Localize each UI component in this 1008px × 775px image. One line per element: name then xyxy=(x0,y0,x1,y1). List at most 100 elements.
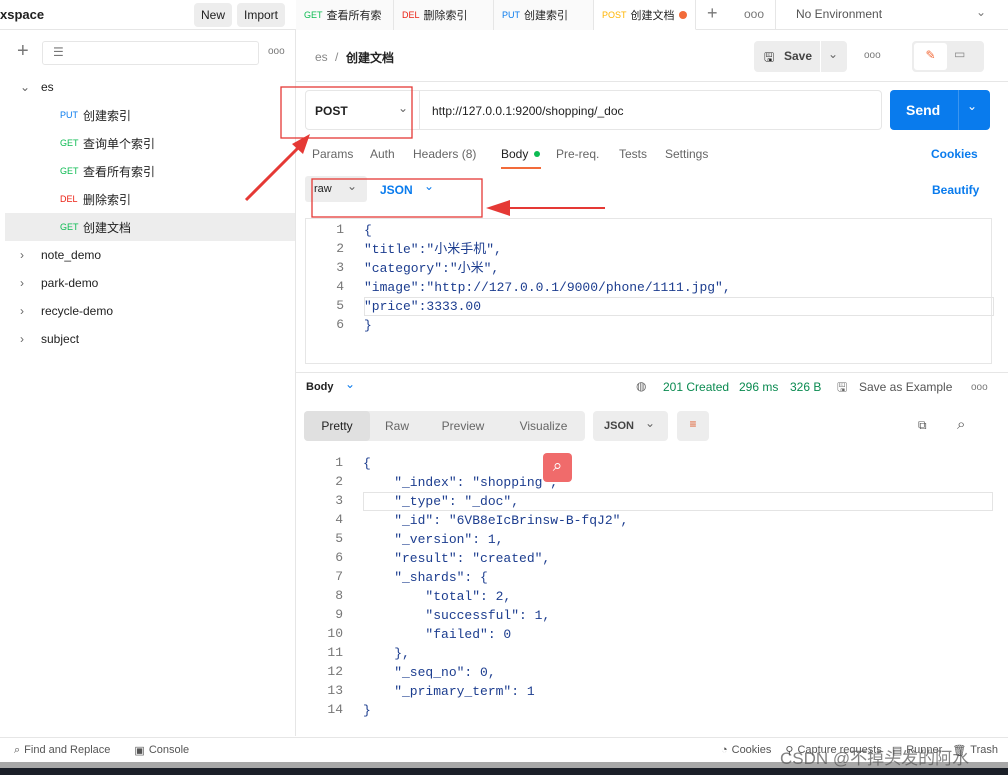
request-tab[interactable]: DEL 删除索引 xyxy=(394,0,494,30)
request-name: 删除索引 xyxy=(83,192,132,207)
top-bar: xspace New Import GET 查看所有索 DEL 删除索引 PUT 创建索引… xyxy=(0,0,1008,30)
body-language-select[interactable]: JSON xyxy=(380,183,413,197)
save-button[interactable]: 🖫 Save ⌄ xyxy=(754,41,847,72)
trash-button[interactable]: Trash xyxy=(970,744,998,756)
sidebar-request[interactable]: GET 查询单个索引 xyxy=(5,129,295,157)
beautify-link[interactable]: Beautify xyxy=(932,183,979,197)
add-collection-icon[interactable]: + xyxy=(17,40,29,63)
line-number: 14 xyxy=(327,702,343,717)
request-method: PUT xyxy=(60,110,78,120)
collection-es[interactable]: ⌄ es xyxy=(0,73,295,101)
chevron-right-icon: › xyxy=(20,248,24,262)
code-line: "successful": 1, xyxy=(363,608,551,623)
chevron-down-icon[interactable]: ⌄ xyxy=(345,377,355,391)
cookies-link[interactable]: Cookies xyxy=(931,147,978,161)
view-pretty[interactable]: Pretty xyxy=(304,411,370,441)
chevron-down-icon[interactable]: ⌄ xyxy=(424,179,434,193)
save-as-example-button[interactable]: Save as Example xyxy=(859,380,952,394)
line-number: 5 xyxy=(336,298,344,313)
code-line: "_id": "6VB8eIcBrinsw-B-fqJ2", xyxy=(363,513,629,528)
view-raw[interactable]: Raw xyxy=(370,411,424,441)
collection-recycle-demo[interactable]: › recycle-demo xyxy=(0,297,295,325)
find-replace-button[interactable]: Find and Replace xyxy=(24,744,110,756)
chevron-down-icon[interactable]: ⌄ xyxy=(967,99,977,113)
tab-settings[interactable]: Settings xyxy=(665,147,708,161)
new-button[interactable]: New xyxy=(194,3,233,27)
tab-body[interactable]: Body xyxy=(501,147,528,161)
url-input[interactable]: http://127.0.0.1:9200/shopping/_doc xyxy=(432,104,624,118)
code-line: "image":"http://127.0.0.1/9000/phone/111… xyxy=(364,280,731,295)
method-label: POST xyxy=(315,104,348,118)
collection-note_demo[interactable]: › note_demo xyxy=(0,241,295,269)
search-icon[interactable]: ⌕ xyxy=(957,416,965,433)
line-number: 7 xyxy=(335,569,343,584)
line-number: 12 xyxy=(327,664,343,679)
sidebar-request[interactable]: PUT 创建索引 xyxy=(5,101,295,129)
request-name: 创建文档 xyxy=(83,220,132,235)
request-body-editor[interactable]: 1 {2 "title":"小米手机", 3 "category":"小米", 4 "ima… xyxy=(305,218,994,364)
tab-headers[interactable]: Headers (8) xyxy=(413,147,476,161)
search-icon: ⌕ xyxy=(14,743,21,756)
tab-prereq[interactable]: Pre-req. xyxy=(556,147,599,161)
format-label: JSON xyxy=(604,420,634,432)
response-body-viewer[interactable]: 1 {2 "_index": "shopping", 3 "_type": "_do… xyxy=(305,452,1005,724)
code-line: } xyxy=(364,318,372,333)
wrap-lines-icon[interactable]: ≡ xyxy=(677,411,709,441)
method-select[interactable]: POST ⌄ xyxy=(306,91,420,129)
collection-name: recycle-demo xyxy=(41,304,114,318)
response-format-select[interactable]: JSON ⌄ xyxy=(593,411,668,441)
body-mode-label: raw xyxy=(314,183,332,195)
request-method: GET xyxy=(60,138,79,148)
filter-input[interactable]: ☰ xyxy=(42,41,259,65)
sidebar-request[interactable]: GET 创建文档 xyxy=(5,213,295,241)
tab-method: POST xyxy=(602,9,627,20)
response-size[interactable]: 326 B xyxy=(790,380,821,394)
tab-tests[interactable]: Tests xyxy=(619,147,647,161)
code-line: { xyxy=(364,223,372,238)
tab-auth[interactable]: Auth xyxy=(370,147,395,161)
chevron-down-icon[interactable]: ⌄ xyxy=(828,47,838,61)
cookies-button[interactable]: Cookies xyxy=(732,744,772,756)
collection-park-demo[interactable]: › park-demo xyxy=(0,269,295,297)
request-tab[interactable]: GET 查看所有索 xyxy=(296,0,394,30)
line-number: 3 xyxy=(336,260,344,275)
status-code[interactable]: 201 Created xyxy=(663,380,729,394)
sidebar-more-icon[interactable]: ooo xyxy=(268,46,285,57)
collection-subject[interactable]: › subject xyxy=(0,325,295,353)
code-line: } xyxy=(363,703,371,718)
search-overlay-icon[interactable]: ⌕ xyxy=(543,453,572,482)
code-line: "_version": 1, xyxy=(363,532,504,547)
request-tab[interactable]: POST 创建文档 xyxy=(594,0,696,30)
chevron-down-icon: ⌄ xyxy=(976,5,987,19)
save-label: Save xyxy=(784,49,813,63)
console-button[interactable]: Console xyxy=(149,744,189,756)
chevron-down-icon: ⌄ xyxy=(645,416,656,430)
tab-params[interactable]: Params xyxy=(312,147,353,161)
request-name: 创建索引 xyxy=(83,108,132,123)
sidebar-request[interactable]: DEL 删除索引 xyxy=(5,185,295,213)
body-mode-select[interactable]: raw ⌄ xyxy=(305,176,367,202)
copy-icon[interactable]: ⧉ xyxy=(918,418,927,433)
tab-label: 创建索引 xyxy=(524,10,568,22)
code-line: "_index": "shopping", xyxy=(363,475,559,490)
environment-select[interactable]: No Environment ⌄ xyxy=(775,0,1008,30)
comment-icon[interactable]: ▭ xyxy=(954,47,965,61)
tab-more-icon[interactable]: ooo xyxy=(744,7,764,21)
breadcrumb-parent[interactable]: es xyxy=(315,50,328,64)
response-time[interactable]: 296 ms xyxy=(739,380,778,394)
response-body-label[interactable]: Body xyxy=(306,381,334,393)
line-number: 3 xyxy=(335,493,343,508)
line-number: 6 xyxy=(336,317,344,332)
collection-name: es xyxy=(41,80,54,94)
send-button[interactable]: Send ⌄ xyxy=(890,90,990,130)
more-icon[interactable]: ooo xyxy=(971,382,988,393)
sidebar-request[interactable]: GET 查看所有索引 xyxy=(5,157,295,185)
more-icon[interactable]: ooo xyxy=(864,50,881,61)
line-number: 6 xyxy=(335,550,343,565)
view-visualize[interactable]: Visualize xyxy=(502,411,585,441)
new-tab-icon[interactable]: + xyxy=(707,3,718,24)
import-button[interactable]: Import xyxy=(237,3,286,27)
request-tab[interactable]: PUT 创建索引 xyxy=(494,0,594,30)
pencil-icon[interactable]: ✎ xyxy=(914,43,947,70)
view-preview[interactable]: Preview xyxy=(424,411,502,441)
